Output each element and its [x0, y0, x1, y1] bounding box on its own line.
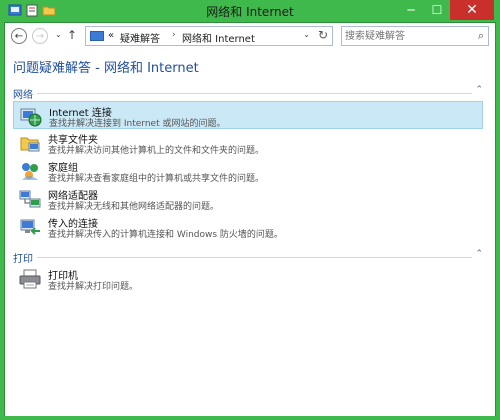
collapse-chevron-icon[interactable]: ⌃	[472, 85, 483, 95]
close-button[interactable]: ✕	[450, 0, 494, 20]
troubleshooting-window: 网络和 Internet ─ ☐ ✕ ← → ⌄ ↑ « 疑难解答 › 网络和 …	[0, 0, 500, 420]
forward-button[interactable]: →	[32, 28, 48, 44]
item-description: 查找并解决访问其他计算机上的文件和文件夹的问题。	[48, 146, 265, 156]
breadcrumb-separator[interactable]: ›	[172, 30, 176, 40]
group-divider	[13, 93, 483, 94]
troubleshooter-printer[interactable]: 打印机 查找并解决打印问题。	[13, 265, 483, 293]
search-input[interactable]	[345, 28, 465, 44]
internet-icon	[20, 108, 42, 127]
item-description: 查找并解决连接到 Internet 或网站的问题。	[49, 119, 226, 129]
breadcrumb-troubleshooting[interactable]: 疑难解答	[120, 30, 160, 45]
group-title: 打印	[13, 250, 37, 265]
breadcrumb-overflow[interactable]: «	[108, 30, 114, 41]
refresh-icon[interactable]: ↻	[318, 28, 328, 42]
address-dropdown-icon[interactable]: ⌄	[303, 30, 310, 39]
window-client: ← → ⌄ ↑ « 疑难解答 › 网络和 Internet ⌄ ↻ ⌕ 问题疑难…	[4, 22, 496, 416]
item-description: 查找并解决传入的计算机连接和 Windows 防火墙的问题。	[48, 230, 283, 240]
group-header-network[interactable]: 网络 ⌃	[13, 85, 483, 101]
maximize-button[interactable]: ☐	[424, 0, 450, 20]
shared-folder-icon	[20, 137, 40, 152]
minimize-button[interactable]: ─	[398, 0, 424, 20]
group-title: 网络	[13, 86, 37, 101]
back-button[interactable]: ←	[11, 28, 27, 44]
item-description: 查找并解决无线和其他网络适配器的问题。	[48, 202, 220, 212]
search-icon[interactable]: ⌕	[478, 29, 484, 43]
page-title: 问题疑难解答 - 网络和 Internet	[13, 61, 199, 76]
up-button[interactable]: ↑	[67, 28, 77, 42]
item-description: 查找并解决查看家庭组中的计算机或共享文件的问题。	[48, 174, 265, 184]
item-description: 查找并解决打印问题。	[48, 282, 139, 292]
navigation-bar: ← → ⌄ ↑ « 疑难解答 › 网络和 Internet ⌄ ↻ ⌕	[5, 23, 495, 49]
breadcrumb-network-internet[interactable]: 网络和 Internet	[182, 30, 255, 45]
search-box[interactable]: ⌕	[341, 26, 489, 46]
collapse-chevron-icon[interactable]: ⌃	[472, 249, 483, 259]
troubleshooter-incoming-connections[interactable]: 传入的连接 查找并解决传入的计算机连接和 Windows 防火墙的问题。	[13, 213, 483, 241]
troubleshooter-homegroup[interactable]: 家庭组 查找并解决查看家庭组中的计算机或共享文件的问题。	[13, 157, 483, 185]
incoming-connections-icon	[20, 219, 40, 235]
control-panel-location-icon	[90, 31, 104, 41]
troubleshooter-internet-connections[interactable]: Internet 连接 查找并解决连接到 Internet 或网站的问题。	[13, 101, 483, 129]
title-bar: 网络和 Internet ─ ☐ ✕	[0, 0, 500, 22]
homegroup-icon	[22, 163, 38, 180]
window-controls: ─ ☐ ✕	[398, 0, 494, 20]
recent-locations-dropdown-icon[interactable]: ⌄	[55, 30, 62, 39]
printer-icon	[19, 269, 41, 289]
troubleshooter-network-adapter[interactable]: 网络适配器 查找并解决无线和其他网络适配器的问题。	[13, 185, 483, 213]
network-adapter-icon	[19, 190, 41, 208]
group-header-printing[interactable]: 打印 ⌃	[13, 249, 483, 265]
content-pane: 问题疑难解答 - 网络和 Internet 网络 ⌃ Internet 连接 查…	[5, 50, 495, 416]
troubleshooter-shared-folders[interactable]: 共享文件夹 查找并解决访问其他计算机上的文件和文件夹的问题。	[13, 129, 483, 157]
group-divider	[13, 257, 483, 258]
address-bar[interactable]: « 疑难解答 › 网络和 Internet ⌄ ↻	[85, 26, 333, 46]
